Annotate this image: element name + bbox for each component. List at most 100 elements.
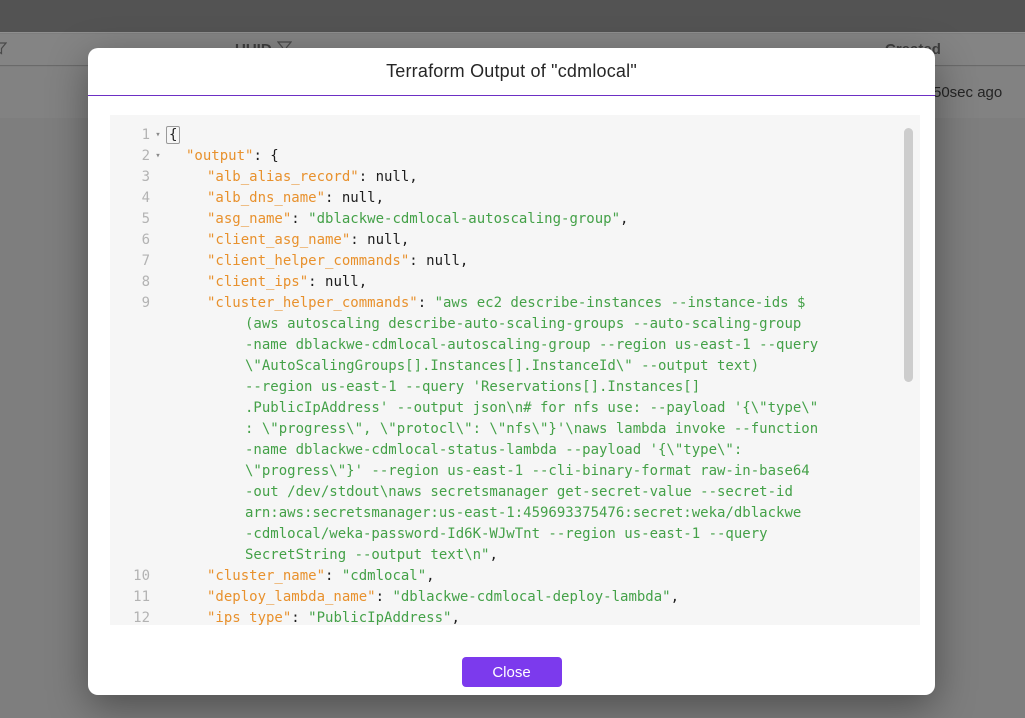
fold-caret-slot xyxy=(150,524,166,545)
created-value: 50sec ago xyxy=(933,84,1002,101)
code-line: -cdmlocal/weka-password-Id6K-WJwTnt --re… xyxy=(110,524,920,545)
code-text: "cluster_helper_commands": "aws ec2 desc… xyxy=(166,293,920,314)
line-number: 5 xyxy=(110,209,150,230)
code-line: \"AutoScalingGroups[].Instances[].Instan… xyxy=(110,356,920,377)
line-number: 2 xyxy=(110,146,150,167)
line-number xyxy=(110,440,150,461)
code-text: -name dblackwe-cdmlocal-status-lambda --… xyxy=(166,440,920,461)
code-text: : \"progress\", \"protocl\": \"nfs\"}'\n… xyxy=(166,419,920,440)
fold-caret-icon[interactable]: ▾ xyxy=(150,125,166,146)
line-number xyxy=(110,356,150,377)
line-number xyxy=(110,524,150,545)
line-number: 1 xyxy=(110,125,150,146)
code-line: 11 "deploy_lambda_name": "dblackwe-cdmloc… xyxy=(110,587,920,608)
code-panel: 1▾{2▾"output": {3"alb_alias_record": nul… xyxy=(110,115,920,625)
fold-caret-slot xyxy=(150,545,166,566)
code-text: "client_asg_name": null, xyxy=(166,230,920,251)
fold-caret-slot xyxy=(150,377,166,398)
fold-caret-slot xyxy=(150,608,166,625)
code-line: -name dblackwe-cdmlocal-status-lambda --… xyxy=(110,440,920,461)
line-number xyxy=(110,377,150,398)
fold-caret-slot xyxy=(150,272,166,293)
line-number: 8 xyxy=(110,272,150,293)
fold-caret-slot xyxy=(150,314,166,335)
line-number xyxy=(110,461,150,482)
fold-caret-slot xyxy=(150,251,166,272)
code-text: "asg_name": "dblackwe-cdmlocal-autoscali… xyxy=(166,209,920,230)
code-text: -name dblackwe-cdmlocal-autoscaling-grou… xyxy=(166,335,920,356)
line-number: 4 xyxy=(110,188,150,209)
fold-caret-slot xyxy=(150,188,166,209)
line-number: 7 xyxy=(110,251,150,272)
fold-caret-slot xyxy=(150,566,166,587)
code-text: -cdmlocal/weka-password-Id6K-WJwTnt --re… xyxy=(166,524,920,545)
code-line: 2▾"output": { xyxy=(110,146,920,167)
code-line: -out /dev/stdout\naws secretsmanager get… xyxy=(110,482,920,503)
line-number xyxy=(110,335,150,356)
code-text: (aws autoscaling describe-auto-scaling-g… xyxy=(166,314,920,335)
line-number xyxy=(110,419,150,440)
code-line: 3 "alb_alias_record": null, xyxy=(110,167,920,188)
code-text: "ips_type": "PublicIpAddress", xyxy=(166,608,920,625)
code-line: --region us-east-1 --query 'Reservations… xyxy=(110,377,920,398)
fold-caret-icon[interactable]: ▾ xyxy=(150,146,166,167)
vertical-scrollbar[interactable] xyxy=(904,128,913,382)
code-text: \"AutoScalingGroups[].Instances[].Instan… xyxy=(166,356,920,377)
code-line: SecretString --output text\n", xyxy=(110,545,920,566)
filter-icon xyxy=(0,42,7,59)
fold-caret-slot xyxy=(150,482,166,503)
line-number: 11 xyxy=(110,587,150,608)
line-number xyxy=(110,482,150,503)
line-number xyxy=(110,398,150,419)
fold-caret-slot xyxy=(150,167,166,188)
line-number: 9 xyxy=(110,293,150,314)
code-editor: 1▾{2▾"output": {3"alb_alias_record": nul… xyxy=(110,115,920,625)
code-line: -name dblackwe-cdmlocal-autoscaling-grou… xyxy=(110,335,920,356)
code-text: -out /dev/stdout\naws secretsmanager get… xyxy=(166,482,920,503)
line-number: 6 xyxy=(110,230,150,251)
code-text: --region us-east-1 --query 'Reservations… xyxy=(166,377,920,398)
code-line: .PublicIpAddress' --output json\n# for n… xyxy=(110,398,920,419)
code-text: arn:aws:secretsmanager:us-east-1:4596933… xyxy=(166,503,920,524)
code-line: (aws autoscaling describe-auto-scaling-g… xyxy=(110,314,920,335)
code-text: "client_ips": null, xyxy=(166,272,920,293)
code-line: 9 "cluster_helper_commands": "aws ec2 des… xyxy=(110,293,920,314)
code-line: 4"alb_dns_name": null, xyxy=(110,188,920,209)
code-text: .PublicIpAddress' --output json\n# for n… xyxy=(166,398,920,419)
code-line: 1▾{ xyxy=(110,125,920,146)
code-text: \"progress\"}' --region us-east-1 --cli-… xyxy=(166,461,920,482)
close-button[interactable]: Close xyxy=(462,657,562,687)
code-line: 12 "ips_type": "PublicIpAddress", xyxy=(110,608,920,625)
line-number xyxy=(110,314,150,335)
top-navigation-bar xyxy=(0,0,1025,33)
line-number xyxy=(110,545,150,566)
fold-caret-slot xyxy=(150,335,166,356)
modal-header: Terraform Output of "cdmlocal" xyxy=(88,48,935,96)
fold-caret-slot xyxy=(150,503,166,524)
line-number xyxy=(110,503,150,524)
fold-caret-slot xyxy=(150,230,166,251)
code-line: 5 "asg_name": "dblackwe-cdmlocal-autoscal… xyxy=(110,209,920,230)
fold-caret-slot xyxy=(150,398,166,419)
code-line: arn:aws:secretsmanager:us-east-1:4596933… xyxy=(110,503,920,524)
fold-caret-slot xyxy=(150,587,166,608)
code-line: 6 "client_asg_name": null, xyxy=(110,230,920,251)
code-line: 8 "client_ips": null, xyxy=(110,272,920,293)
code-line: : \"progress\", \"protocl\": \"nfs\"}'\n… xyxy=(110,419,920,440)
modal-title: Terraform Output of "cdmlocal" xyxy=(386,61,637,82)
line-number: 10 xyxy=(110,566,150,587)
line-number: 12 xyxy=(110,608,150,625)
fold-caret-slot xyxy=(150,440,166,461)
terraform-output-modal: Terraform Output of "cdmlocal" 1▾{2▾"out… xyxy=(88,48,935,695)
fold-caret-slot xyxy=(150,293,166,314)
code-text: "cluster_name": "cdmlocal", xyxy=(166,566,920,587)
code-text: SecretString --output text\n", xyxy=(166,545,920,566)
code-line: 7"client_helper_commands": null, xyxy=(110,251,920,272)
fold-caret-slot xyxy=(150,419,166,440)
fold-caret-slot xyxy=(150,209,166,230)
code-line: 10 "cluster_name": "cdmlocal", xyxy=(110,566,920,587)
code-text: "deploy_lambda_name": "dblackwe-cdmlocal… xyxy=(166,587,920,608)
line-number: 3 xyxy=(110,167,150,188)
code-text: "alb_alias_record": null, xyxy=(166,167,920,188)
code-text: "output": { xyxy=(166,146,920,167)
